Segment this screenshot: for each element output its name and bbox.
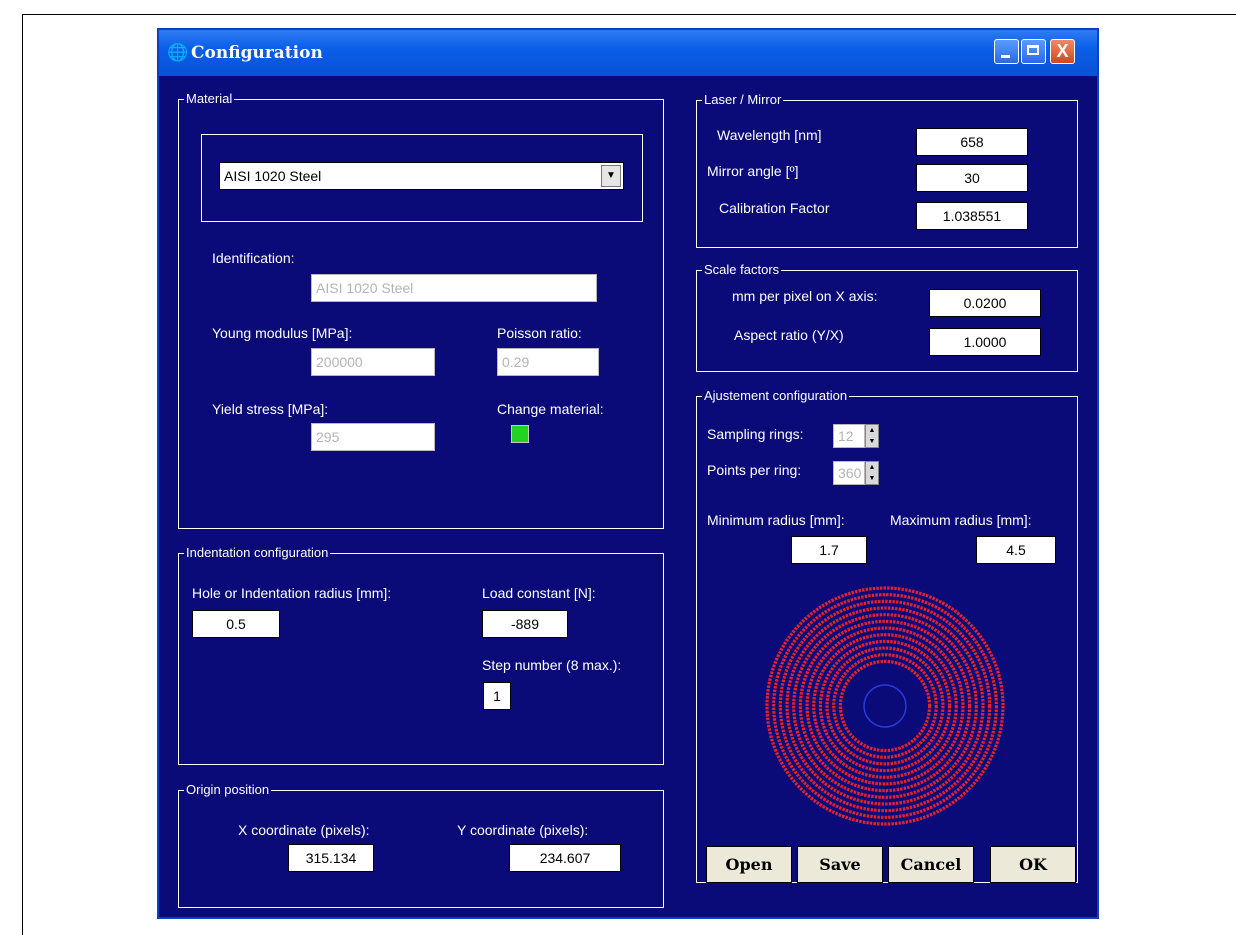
- scale-factors-legend: Scale factors: [702, 262, 782, 277]
- scale-factors-group: Scale factors: [696, 262, 1078, 372]
- sampling-ring: [778, 599, 992, 813]
- ok-button[interactable]: OK: [990, 846, 1076, 883]
- poisson-ratio-field[interactable]: 0.29: [497, 348, 599, 376]
- y-coordinate-input[interactable]: 234.607: [509, 844, 621, 872]
- sampling-rings-label: Sampling rings:: [707, 426, 804, 442]
- open-button[interactable]: Open: [706, 846, 792, 883]
- wavelength-input[interactable]: 658: [916, 128, 1028, 156]
- y-coordinate-label: Y coordinate (pixels):: [457, 822, 589, 838]
- maximum-radius-input[interactable]: 4.5: [976, 536, 1056, 564]
- origin-legend: Origin position: [184, 782, 272, 797]
- chevron-down-icon[interactable]: ▼: [601, 165, 621, 187]
- young-modulus-label: Young modulus [MPa]:: [212, 325, 353, 341]
- minimize-button[interactable]: [994, 39, 1019, 64]
- x-coordinate-input[interactable]: 315.134: [288, 844, 374, 872]
- sampling-ring: [825, 646, 945, 766]
- hole-circle: [863, 684, 907, 728]
- poisson-ratio-label: Poisson ratio:: [497, 325, 582, 341]
- calibration-factor-input[interactable]: 1.038551: [916, 202, 1028, 230]
- sampling-rings-preview: [765, 586, 1005, 826]
- maximum-radius-label: Maximum radius [mm]:: [890, 512, 1032, 528]
- dialog-content: Material AISI 1020 Steel ▼ Identificatio…: [159, 76, 1097, 917]
- wavelength-label: Wavelength [nm]: [717, 127, 822, 143]
- sampling-rings-field[interactable]: 12: [833, 424, 865, 448]
- app-icon: 🌐: [167, 43, 189, 62]
- young-modulus-field[interactable]: 200000: [311, 348, 435, 376]
- identification-label: Identification:: [212, 250, 295, 266]
- sampling-ring: [765, 586, 1005, 826]
- minimum-radius-label: Minimum radius [mm]:: [707, 512, 845, 528]
- save-button[interactable]: Save: [797, 846, 883, 883]
- cancel-button[interactable]: Cancel: [888, 846, 974, 883]
- points-per-ring-field[interactable]: 360: [833, 461, 865, 485]
- aspect-ratio-label: Aspect ratio (Y/X): [734, 327, 844, 343]
- material-legend: Material: [184, 91, 235, 106]
- sampling-ring: [785, 606, 985, 806]
- points-per-ring-label: Points per ring:: [707, 462, 802, 478]
- mirror-angle-input[interactable]: 30: [916, 164, 1028, 192]
- sampling-ring: [832, 653, 938, 759]
- change-material-label: Change material:: [497, 401, 604, 417]
- window-title: Configuration: [191, 43, 323, 63]
- ajustement-legend: Ajustement configuration: [702, 388, 850, 403]
- aspect-ratio-input[interactable]: 1.0000: [929, 328, 1041, 356]
- title-bar[interactable]: 🌐 Configuration X: [159, 30, 1097, 76]
- points-per-ring-spinner[interactable]: ▲ ▼: [865, 461, 879, 485]
- hole-radius-label: Hole or Indentation radius [mm]:: [192, 585, 392, 601]
- yield-stress-field[interactable]: 295: [311, 423, 435, 451]
- sampling-rings-spinner[interactable]: ▲ ▼: [865, 424, 879, 448]
- mirror-angle-label: Mirror angle [º]: [707, 163, 799, 179]
- laser-legend: Laser / Mirror: [702, 92, 784, 107]
- load-constant-input[interactable]: -889: [482, 610, 568, 638]
- material-select-value: AISI 1020 Steel: [224, 168, 322, 184]
- yield-stress-label: Yield stress [MPa]:: [212, 401, 329, 417]
- change-material-indicator[interactable]: [511, 425, 529, 443]
- configuration-window: 🌐 Configuration X Material AISI 1020 Ste…: [157, 28, 1099, 919]
- step-number-input[interactable]: 1: [483, 682, 511, 710]
- mm-per-pixel-label: mm per pixel on X axis:: [732, 288, 878, 304]
- load-constant-label: Load constant [N]:: [482, 585, 596, 601]
- hole-radius-input[interactable]: 0.5: [192, 610, 280, 638]
- identification-field[interactable]: AISI 1020 Steel: [311, 274, 597, 302]
- step-number-label: Step number (8 max.):: [482, 657, 622, 673]
- x-coordinate-label: X coordinate (pixels):: [238, 822, 370, 838]
- maximize-button[interactable]: [1021, 39, 1046, 64]
- sampling-ring: [838, 659, 932, 753]
- minimum-radius-input[interactable]: 1.7: [791, 536, 867, 564]
- calibration-factor-label: Calibration Factor: [719, 200, 830, 216]
- material-select[interactable]: AISI 1020 Steel ▼: [219, 162, 624, 190]
- indentation-legend: Indentation configuration: [184, 545, 331, 560]
- mm-per-pixel-input[interactable]: 0.0200: [929, 289, 1041, 317]
- close-button[interactable]: X: [1050, 39, 1075, 64]
- sampling-ring: [805, 626, 965, 786]
